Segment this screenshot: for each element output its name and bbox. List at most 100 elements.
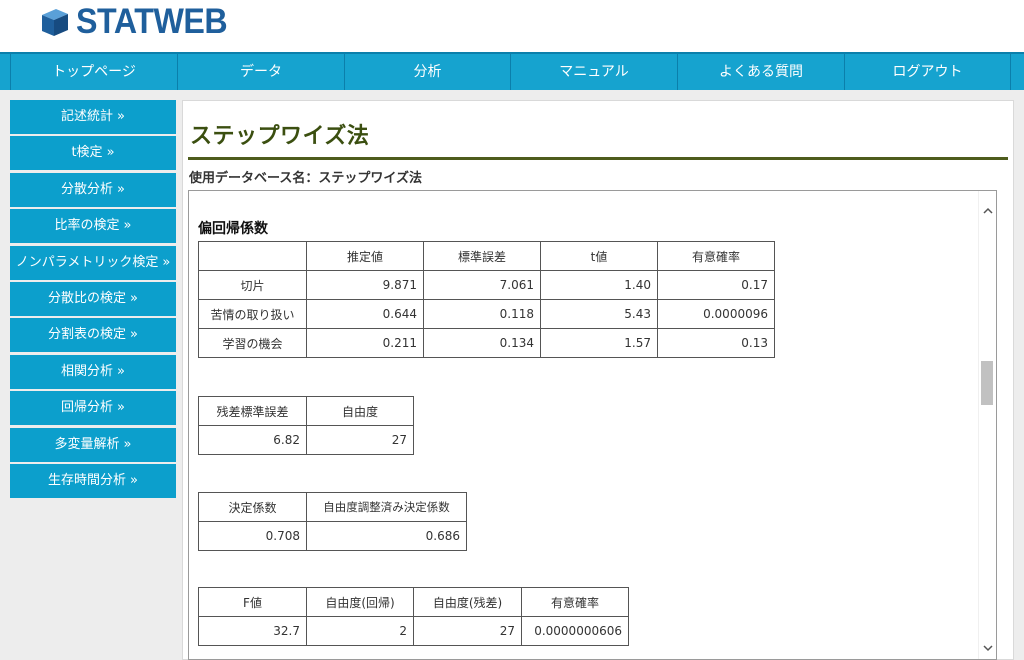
chevron-right-icon: » xyxy=(123,436,132,452)
sidebar-item-label: 比率の検定 xyxy=(54,218,120,234)
table-cell: 5.43 xyxy=(540,299,658,329)
table-row: 学習の機会 0.211 0.134 1.57 0.13 xyxy=(198,328,775,358)
chevron-right-icon: » xyxy=(106,145,115,161)
table-cell: 32.7 xyxy=(198,616,307,646)
table-cell: 0.118 xyxy=(423,299,541,329)
table-cell: 0.0000096 xyxy=(657,299,775,329)
table-cell: 27 xyxy=(413,616,522,646)
sidebar-item-proportion-test[interactable]: 比率の検定» xyxy=(10,209,176,244)
scroll-thumb[interactable] xyxy=(981,361,993,405)
logo-text: STATWEB xyxy=(76,2,228,41)
sidebar-item-variance-ratio[interactable]: 分散比の検定» xyxy=(10,281,176,316)
table-cell: 9.871 xyxy=(306,270,424,300)
table-cell: 27 xyxy=(306,425,414,455)
sidebar-item-anova[interactable]: 分散分析» xyxy=(10,172,176,207)
nav-faq[interactable]: よくある質問 xyxy=(677,54,844,90)
nav-data[interactable]: データ xyxy=(177,54,344,90)
sidebar-item-multivariate[interactable]: 多変量解析» xyxy=(10,427,176,462)
nav-edge-right xyxy=(1010,54,1021,90)
table-header-row: F値 自由度(回帰) 自由度(残差) 有意確率 xyxy=(198,587,629,617)
table-cell: 0.708 xyxy=(198,521,307,551)
main-nav: トップページ データ 分析 マニュアル よくある質問 ログアウト xyxy=(0,52,1024,90)
table-header: 決定係数 xyxy=(198,492,307,522)
vertical-scrollbar[interactable] xyxy=(978,191,996,659)
sidebar-item-label: ノンパラメトリック検定 xyxy=(15,254,159,270)
sidebar-item-t-test[interactable]: t検定» xyxy=(10,136,176,171)
table-row: 0.708 0.686 xyxy=(198,521,467,551)
sidebar-item-label: 生存時間分析 xyxy=(48,472,127,488)
chevron-right-icon: » xyxy=(130,472,138,488)
sidebar-item-label: 記述統計 xyxy=(61,109,114,124)
r-squared-table: 決定係数 自由度調整済み決定係数 0.708 0.686 xyxy=(198,492,467,551)
table-cell: 7.061 xyxy=(423,270,541,300)
header: STATWEB xyxy=(0,0,1024,52)
table-cell: 0.134 xyxy=(423,328,541,358)
sidebar-item-contingency[interactable]: 分割表の検定» xyxy=(10,318,176,353)
nav-edge-left xyxy=(0,54,10,90)
table-header-empty xyxy=(198,241,307,271)
table-header-row: 残差標準誤差 自由度 xyxy=(198,396,414,426)
table-header: 有意確率 xyxy=(521,587,629,617)
row-label: 学習の機会 xyxy=(198,328,307,358)
sidebar-item-label: 分割表の検定 xyxy=(48,327,127,343)
table-cell: 1.57 xyxy=(540,328,658,358)
table-header: F値 xyxy=(198,587,307,617)
table-header-row: 推定値 標準誤差 t値 有意確率 xyxy=(198,241,775,271)
table-cell: 1.40 xyxy=(540,270,658,300)
table-header: 自由度 xyxy=(306,396,414,426)
sidebar-item-label: 相関分析 xyxy=(61,363,114,379)
title-divider xyxy=(188,157,1008,160)
row-label: 切片 xyxy=(198,270,307,300)
sidebar-item-survival[interactable]: 生存時間分析» xyxy=(10,463,176,498)
nav-manual[interactable]: マニュアル xyxy=(510,54,677,90)
sidebar: 記述統計» t検定» 分散分析» 比率の検定» ノンパラメトリック検定» 分散比… xyxy=(10,100,176,500)
chevron-right-icon: » xyxy=(117,109,125,124)
chevron-right-icon: » xyxy=(117,400,125,416)
results-frame[interactable]: 偏回帰係数 推定値 標準誤差 t値 有意確率 切片 9.871 7.061 1.… xyxy=(188,190,997,660)
table-cell: 0.644 xyxy=(306,299,424,329)
chevron-right-icon: » xyxy=(123,218,132,234)
cube-icon xyxy=(42,9,68,36)
sidebar-item-label: 多変量解析 xyxy=(54,436,120,452)
sidebar-item-regression[interactable]: 回帰分析» xyxy=(10,391,176,426)
coef-section-title: 偏回帰係数 xyxy=(198,221,268,237)
table-header: 標準誤差 xyxy=(423,241,541,271)
table-cell: 0.0000000606 xyxy=(521,616,629,646)
chevron-right-icon: » xyxy=(130,290,138,306)
table-header: 残差標準誤差 xyxy=(198,396,307,426)
sidebar-item-label: t検定 xyxy=(71,145,103,161)
chevron-right-icon: » xyxy=(117,181,125,197)
table-header: 有意確率 xyxy=(657,241,775,271)
sidebar-item-label: 分散分析 xyxy=(61,181,114,197)
table-cell: 2 xyxy=(306,616,414,646)
table-cell: 0.686 xyxy=(306,521,467,551)
nav-logout[interactable]: ログアウト xyxy=(844,54,1010,90)
row-label: 苦情の取り扱い xyxy=(198,299,307,329)
scroll-down-arrow-icon[interactable] xyxy=(979,642,996,659)
sidebar-item-descriptive-stats[interactable]: 記述統計» xyxy=(10,100,176,134)
table-row: 苦情の取り扱い 0.644 0.118 5.43 0.0000096 xyxy=(198,299,775,329)
table-header-row: 決定係数 自由度調整済み決定係数 xyxy=(198,492,467,522)
table-row: 切片 9.871 7.061 1.40 0.17 xyxy=(198,270,775,300)
main-content: ステップワイズ法 使用データベース名：ステップワイズ法 偏回帰係数 推定値 標準… xyxy=(182,100,1014,660)
table-header: 自由度(残差) xyxy=(413,587,522,617)
chevron-right-icon: » xyxy=(162,254,171,270)
sidebar-item-label: 分散比の検定 xyxy=(48,290,127,306)
scroll-up-arrow-icon[interactable] xyxy=(979,205,996,222)
database-name: 使用データベース名：ステップワイズ法 xyxy=(189,171,422,186)
f-test-table: F値 自由度(回帰) 自由度(残差) 有意確率 32.7 2 27 0.0000… xyxy=(198,587,629,646)
sidebar-item-nonparametric[interactable]: ノンパラメトリック検定» xyxy=(10,245,176,280)
table-cell: 6.82 xyxy=(198,425,307,455)
residual-table: 残差標準誤差 自由度 6.82 27 xyxy=(198,396,414,455)
coef-table: 推定値 標準誤差 t値 有意確率 切片 9.871 7.061 1.40 0.1… xyxy=(198,241,775,358)
table-header: 自由度調整済み決定係数 xyxy=(306,492,467,522)
sidebar-item-correlation[interactable]: 相関分析» xyxy=(10,354,176,389)
table-cell: 0.17 xyxy=(657,270,775,300)
statweb-logo[interactable]: STATWEB xyxy=(38,4,240,40)
table-row: 6.82 27 xyxy=(198,425,414,455)
nav-top-page[interactable]: トップページ xyxy=(10,54,177,90)
table-cell: 0.13 xyxy=(657,328,775,358)
nav-analysis[interactable]: 分析 xyxy=(344,54,510,90)
page-title: ステップワイズ法 xyxy=(190,124,370,149)
chevron-right-icon: » xyxy=(117,363,125,379)
